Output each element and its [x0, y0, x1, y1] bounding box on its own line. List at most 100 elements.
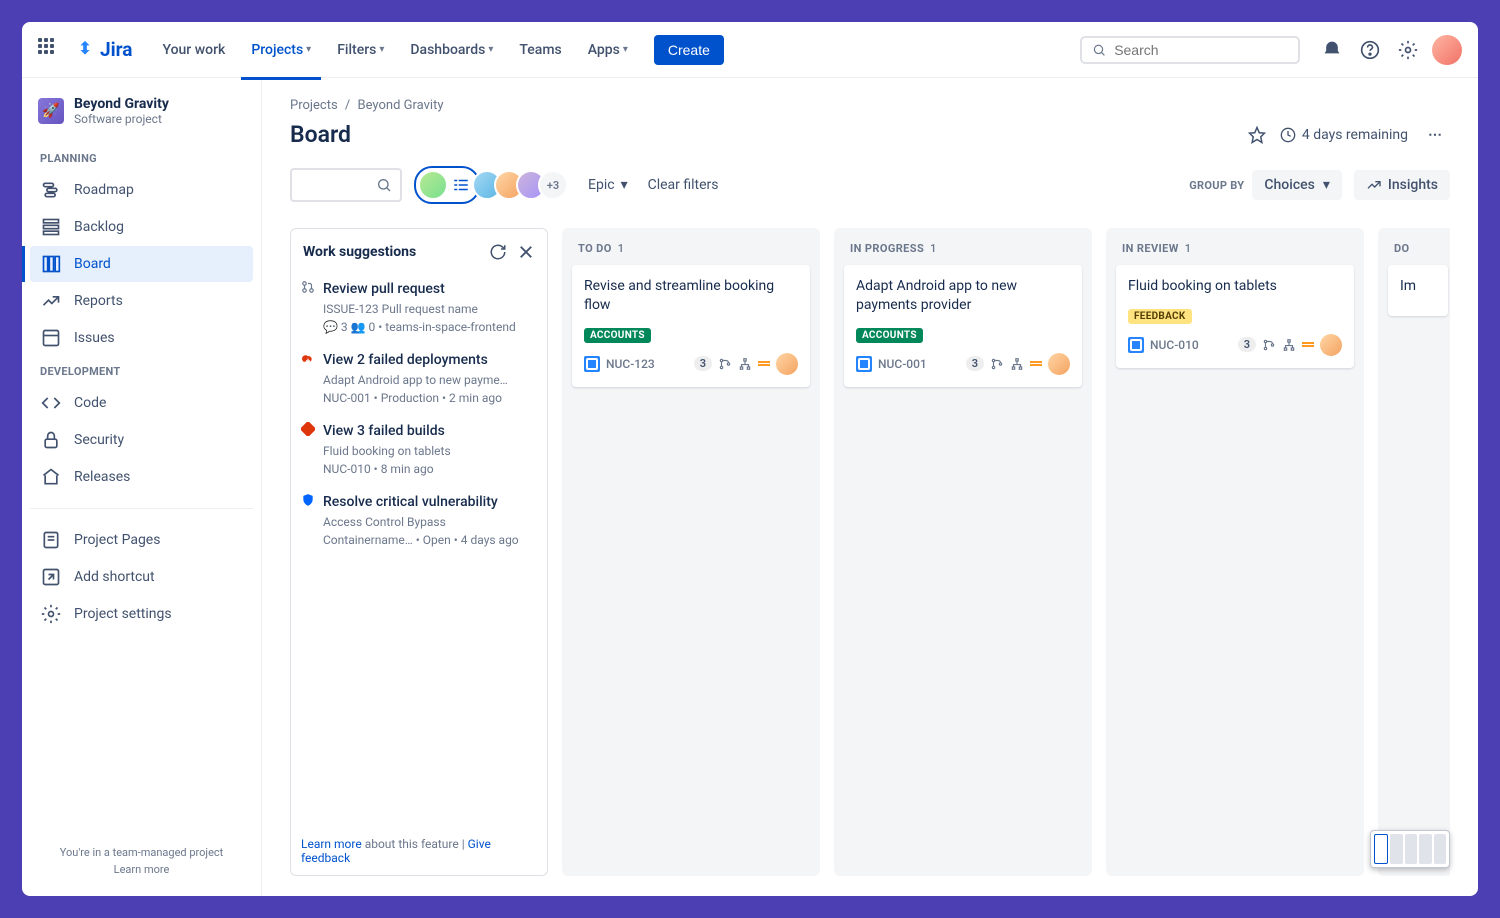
board-card[interactable]: Revise and streamline booking flow ACCOUN…: [572, 265, 810, 387]
group-by-select[interactable]: Choices ▾: [1252, 170, 1341, 200]
card-count: 3: [1238, 337, 1256, 352]
chevron-down-icon: ▾: [488, 44, 493, 55]
priority-icon: [758, 361, 770, 366]
top-nav: Jira Your workProjects▾Filters▾Dashboard…: [22, 22, 1478, 78]
build-icon: [301, 422, 315, 440]
ws-title: Work suggestions: [303, 244, 416, 260]
board-card[interactable]: Fluid booking on tabletsFEEDBACKNUC-0103: [1116, 265, 1354, 368]
avatar-selected[interactable]: [414, 166, 480, 204]
clear-filters[interactable]: Clear filters: [648, 177, 719, 193]
shortcut-icon: [40, 567, 62, 587]
sidebar-item-reports[interactable]: Reports: [30, 283, 253, 319]
sidebar-item-backlog[interactable]: Backlog: [30, 209, 253, 245]
board-card[interactable]: Adapt Android app to new payments provid…: [844, 265, 1082, 387]
app-switcher-icon[interactable]: [38, 38, 62, 62]
column-to-do: TO DO1Revise and streamline booking flow…: [562, 228, 820, 876]
project-header[interactable]: 🚀 Beyond Gravity Software project: [30, 96, 253, 144]
search-input[interactable]: [1080, 36, 1300, 64]
ws-item[interactable]: Resolve critical vulnerabilityAccess Con…: [301, 484, 537, 555]
refresh-icon[interactable]: [489, 243, 507, 261]
card-tag: FEEDBACK: [1128, 309, 1192, 324]
search-icon: [1092, 42, 1106, 58]
logo-text: Jira: [100, 38, 132, 61]
ws-learn-more[interactable]: Learn more: [301, 837, 362, 851]
column-header: IN REVIEW1: [1116, 238, 1354, 265]
nav-apps[interactable]: Apps▾: [578, 36, 638, 64]
close-icon[interactable]: [517, 243, 535, 261]
help-icon[interactable]: [1356, 36, 1384, 64]
sidebar-section-label: PLANNING: [30, 144, 253, 171]
nav-teams[interactable]: Teams: [509, 36, 571, 64]
chevron-down-icon: ▾: [379, 44, 384, 55]
sidebar-item-project-settings[interactable]: Project settings: [30, 596, 253, 632]
nav-projects[interactable]: Projects▾: [241, 36, 321, 64]
more-button[interactable]: ⋯: [1422, 123, 1450, 147]
project-icon: 🚀: [38, 98, 64, 124]
profile-avatar[interactable]: [1432, 35, 1462, 65]
sidebar-item-roadmap[interactable]: Roadmap: [30, 172, 253, 208]
column-in-review: IN REVIEW1 Fluid booking on tablets FEEDBA…: [1106, 228, 1364, 876]
card-title: Fluid booking on tablets: [1128, 277, 1342, 296]
settings-icon[interactable]: [1394, 36, 1422, 64]
nav-your-work[interactable]: Your work: [152, 36, 235, 64]
assignee-avatar[interactable]: [1320, 334, 1342, 356]
insights-button[interactable]: Insights: [1354, 170, 1450, 200]
board-card[interactable]: Im: [1388, 265, 1448, 316]
board-minimap[interactable]: [1370, 830, 1450, 868]
sidebar-item-project-pages[interactable]: Project Pages: [30, 522, 253, 558]
column-in-progress: IN PROGRESS1Adapt Android app to new pay…: [834, 228, 1092, 876]
assignee-avatar[interactable]: [776, 353, 798, 375]
days-remaining[interactable]: 4 days remaining: [1280, 127, 1408, 143]
nav-filters[interactable]: Filters▾: [327, 36, 394, 64]
sidebar-item-issues[interactable]: Issues: [30, 320, 253, 356]
breadcrumb-current[interactable]: Beyond Gravity: [358, 98, 444, 113]
board-search[interactable]: [290, 168, 402, 202]
nav-dashboards[interactable]: Dashboards▾: [400, 36, 503, 64]
main-content: Projects / Beyond Gravity Board 4 days r…: [262, 78, 1478, 896]
gear-icon: [40, 604, 62, 624]
jira-logo[interactable]: Jira: [74, 38, 132, 61]
card-tag: ACCOUNTS: [584, 328, 651, 343]
sidebar-item-security[interactable]: Security: [30, 422, 253, 458]
chevron-down-icon: ▾: [621, 177, 628, 193]
search-icon: [376, 177, 392, 193]
releases-icon: [40, 467, 62, 487]
breadcrumb: Projects / Beyond Gravity: [290, 98, 1450, 113]
footer-text: You're in a team-managed project: [60, 846, 224, 859]
list-icon: [452, 176, 470, 194]
breadcrumb-root[interactable]: Projects: [290, 98, 338, 113]
notifications-icon[interactable]: [1318, 36, 1346, 64]
branch-icon: [1262, 338, 1276, 352]
ws-item[interactable]: View 2 failed deploymentsAdapt Android a…: [301, 342, 537, 413]
sidebar-footer: You're in a team-managed project Learn m…: [30, 838, 253, 884]
search-field[interactable]: [1114, 42, 1288, 58]
card-count: 3: [694, 356, 712, 371]
tree-icon: [738, 357, 752, 371]
ws-footer: Learn more about this feature | Give fee…: [301, 827, 537, 865]
epic-filter[interactable]: Epic ▾: [580, 171, 636, 199]
priority-icon: [1030, 361, 1042, 366]
card-count: 3: [966, 356, 984, 371]
avatar-more[interactable]: +3: [538, 170, 568, 200]
footer-learn-more[interactable]: Learn more: [38, 863, 245, 876]
sidebar-item-code[interactable]: Code: [30, 385, 253, 421]
sidebar-item-releases[interactable]: Releases: [30, 459, 253, 495]
branch-icon: [990, 357, 1004, 371]
create-button[interactable]: Create: [654, 35, 724, 65]
star-button[interactable]: [1248, 126, 1266, 144]
column-header: IN PROGRESS1: [844, 238, 1082, 265]
code-icon: [40, 393, 62, 413]
priority-icon: [1302, 342, 1314, 347]
assignee-avatar[interactable]: [1048, 353, 1070, 375]
card-key: NUC-123: [606, 357, 655, 371]
avatar-filter[interactable]: +3: [414, 166, 568, 204]
story-icon: [584, 356, 600, 372]
sidebar: 🚀 Beyond Gravity Software project PLANNI…: [22, 78, 262, 896]
sidebar-item-board[interactable]: Board: [30, 246, 253, 282]
sidebar-item-add-shortcut[interactable]: Add shortcut: [30, 559, 253, 595]
ws-item[interactable]: View 3 failed buildsFluid booking on tab…: [301, 413, 537, 484]
card-key: NUC-001: [878, 357, 927, 371]
ws-item[interactable]: Review pull requestISSUE-123 Pull reques…: [301, 271, 537, 342]
card-title: Revise and streamline booking flow: [584, 277, 798, 315]
pr-icon: [301, 280, 315, 298]
